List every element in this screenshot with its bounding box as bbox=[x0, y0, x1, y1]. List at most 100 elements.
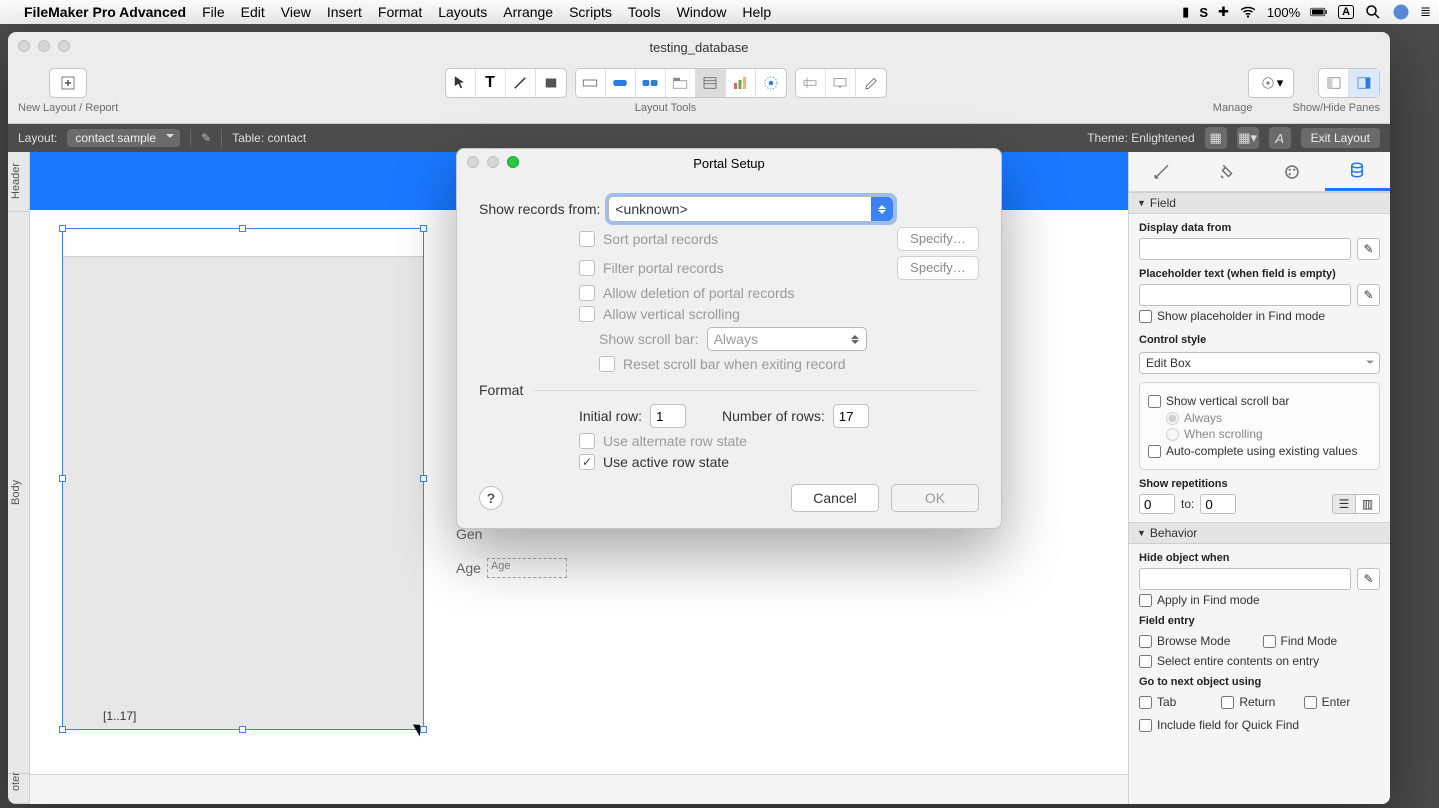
menu-arrange[interactable]: Arrange bbox=[503, 4, 553, 20]
gutter-body[interactable]: Body bbox=[8, 212, 29, 774]
menu-layouts[interactable]: Layouts bbox=[438, 4, 487, 20]
portal-selection[interactable]: [1..17] bbox=[62, 228, 424, 730]
num-rows-input[interactable] bbox=[833, 404, 869, 428]
menu-format[interactable]: Format bbox=[378, 4, 422, 20]
left-pane-toggle[interactable] bbox=[1319, 69, 1349, 97]
format-painter-tool[interactable] bbox=[856, 69, 886, 97]
show-vscroll-checkbox[interactable] bbox=[1148, 395, 1161, 408]
gutter-footer[interactable]: oter bbox=[8, 774, 29, 804]
theme-picker-icon[interactable]: ▦ bbox=[1205, 127, 1227, 149]
field-box-age[interactable]: Age bbox=[487, 558, 567, 578]
window-zoom-button[interactable] bbox=[58, 40, 70, 52]
buttonbar-tool[interactable] bbox=[636, 69, 666, 97]
chart-tool[interactable] bbox=[726, 69, 756, 97]
ok-button: OK bbox=[891, 484, 979, 512]
statusbar-a-icon[interactable]: A bbox=[1338, 5, 1354, 19]
initial-row-input[interactable] bbox=[650, 404, 686, 428]
layout-tools-group: T bbox=[445, 68, 567, 98]
text-format-icon[interactable]: A bbox=[1269, 127, 1291, 149]
vscroll-always-radio bbox=[1166, 412, 1179, 425]
window-title: testing_database bbox=[649, 40, 748, 55]
gutter-header[interactable]: Header bbox=[8, 152, 29, 212]
placeholder-edit-icon[interactable]: ✎ bbox=[1357, 284, 1380, 306]
statusbar-plus-icon[interactable]: ✚ bbox=[1218, 4, 1229, 20]
display-from-edit-icon[interactable]: ✎ bbox=[1357, 238, 1380, 260]
menu-scripts[interactable]: Scripts bbox=[569, 4, 612, 20]
tab-checkbox[interactable] bbox=[1139, 696, 1152, 709]
grid-icon[interactable]: ▦▾ bbox=[1237, 127, 1259, 149]
display-from-input[interactable] bbox=[1139, 238, 1351, 260]
repetition-orientation-toggle[interactable]: ☰▥ bbox=[1332, 494, 1380, 514]
repetitions-to-input[interactable] bbox=[1200, 494, 1236, 514]
new-layout-button[interactable] bbox=[49, 68, 87, 98]
statusbar-battery-icon[interactable] bbox=[1310, 3, 1328, 21]
help-button[interactable]: ? bbox=[479, 486, 503, 510]
line-tool[interactable] bbox=[506, 69, 536, 97]
window-close-button[interactable] bbox=[18, 40, 30, 52]
control-style-select[interactable]: Edit Box bbox=[1139, 352, 1380, 374]
webviewer-tool[interactable] bbox=[756, 69, 786, 97]
statusbar-s-icon[interactable]: S bbox=[1199, 5, 1208, 20]
statusbar-video-icon[interactable]: ▮ bbox=[1182, 4, 1189, 20]
dialog-close-button[interactable] bbox=[467, 156, 479, 168]
apply-find-checkbox[interactable] bbox=[1139, 594, 1152, 607]
part-gutter: Header Body oter bbox=[8, 152, 30, 804]
menu-view[interactable]: View bbox=[281, 4, 311, 20]
browse-mode-checkbox[interactable] bbox=[1139, 635, 1152, 648]
allow-vscroll-checkbox bbox=[579, 306, 595, 322]
autocomplete-checkbox[interactable] bbox=[1148, 445, 1161, 458]
inspector-tab-appearance[interactable] bbox=[1260, 152, 1325, 191]
repetitions-from-input[interactable] bbox=[1139, 494, 1175, 514]
menu-help[interactable]: Help bbox=[742, 4, 771, 20]
dialog-minimize-button[interactable] bbox=[487, 156, 499, 168]
statusbar-user-icon[interactable] bbox=[1392, 3, 1410, 21]
manage-button[interactable]: ▾ bbox=[1248, 68, 1294, 98]
quickfind-checkbox[interactable] bbox=[1139, 719, 1152, 732]
show-records-label: Show records from: bbox=[479, 201, 600, 217]
menu-edit[interactable]: Edit bbox=[241, 4, 265, 20]
field-tool[interactable] bbox=[576, 69, 606, 97]
portal-tool[interactable] bbox=[696, 69, 726, 97]
hide-when-input[interactable] bbox=[1139, 568, 1351, 590]
scrollbar-label: Show scroll bar: bbox=[599, 331, 699, 347]
return-checkbox[interactable] bbox=[1221, 696, 1234, 709]
menu-window[interactable]: Window bbox=[677, 4, 727, 20]
popover-tool[interactable] bbox=[826, 69, 856, 97]
tabcontrol-tool[interactable] bbox=[666, 69, 696, 97]
selection-tool[interactable] bbox=[446, 69, 476, 97]
dialog-zoom-button[interactable] bbox=[507, 156, 519, 168]
statusbar-wifi-icon[interactable] bbox=[1239, 3, 1257, 21]
statusbar-spotlight-icon[interactable] bbox=[1364, 3, 1382, 21]
layout-selector[interactable]: contact sample bbox=[67, 129, 180, 147]
statusbar-menu-icon[interactable]: ≣ bbox=[1420, 4, 1431, 20]
scrollbar-select: Always bbox=[707, 327, 867, 351]
app-name[interactable]: FileMaker Pro Advanced bbox=[24, 4, 186, 20]
find-mode-checkbox[interactable] bbox=[1263, 635, 1276, 648]
inspector-section-field[interactable]: Field bbox=[1129, 192, 1390, 214]
placeholder-input[interactable] bbox=[1139, 284, 1351, 306]
inspector-tab-data[interactable] bbox=[1325, 152, 1390, 191]
button-tool[interactable] bbox=[606, 69, 636, 97]
menu-file[interactable]: File bbox=[202, 4, 225, 20]
window-minimize-button[interactable] bbox=[38, 40, 50, 52]
hide-when-edit-icon[interactable]: ✎ bbox=[1357, 568, 1380, 590]
menu-tools[interactable]: Tools bbox=[628, 4, 661, 20]
right-pane-toggle[interactable] bbox=[1349, 69, 1379, 97]
active-row-checkbox[interactable] bbox=[579, 454, 595, 470]
inspector-tab-position[interactable] bbox=[1129, 152, 1194, 191]
cancel-button[interactable]: Cancel bbox=[791, 484, 879, 512]
goto-next-label: Go to next object using bbox=[1139, 676, 1380, 688]
edit-layout-icon[interactable]: ✎ bbox=[201, 131, 211, 145]
exit-layout-button[interactable]: Exit Layout bbox=[1301, 128, 1380, 148]
inspector-section-behavior[interactable]: Behavior bbox=[1129, 522, 1390, 544]
theme-label: Theme: Enlightened bbox=[1087, 131, 1194, 145]
show-placeholder-checkbox[interactable] bbox=[1139, 310, 1152, 323]
field-control-tool[interactable] bbox=[796, 69, 826, 97]
show-records-select[interactable]: <unknown> bbox=[608, 196, 894, 222]
text-tool[interactable]: T bbox=[476, 69, 506, 97]
enter-checkbox[interactable] bbox=[1304, 696, 1317, 709]
select-entire-checkbox[interactable] bbox=[1139, 655, 1152, 668]
inspector-tab-styles[interactable] bbox=[1194, 152, 1259, 191]
menu-insert[interactable]: Insert bbox=[327, 4, 362, 20]
rectangle-tool[interactable] bbox=[536, 69, 566, 97]
